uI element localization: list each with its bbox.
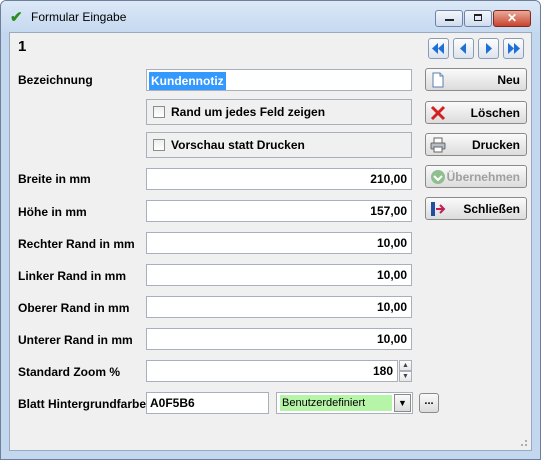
linker-rand-label: Linker Rand in mm bbox=[18, 269, 127, 283]
bezeichnung-label: Bezeichnung bbox=[18, 73, 93, 87]
delete-icon bbox=[430, 105, 446, 121]
close-button[interactable]: ✕ bbox=[493, 10, 531, 27]
vorschau-checkbox-label[interactable]: Vorschau statt Drucken bbox=[171, 138, 305, 152]
last-record-button[interactable] bbox=[503, 38, 524, 59]
hoehe-label: Höhe in mm bbox=[18, 205, 87, 219]
zoom-input[interactable]: 180 bbox=[146, 360, 398, 382]
hintergrund-color-select[interactable]: Benutzerdefiniert ▼ bbox=[276, 392, 413, 414]
linker-rand-input[interactable]: 10,00 bbox=[146, 264, 412, 286]
bezeichnung-value: Kundennotiz bbox=[149, 72, 226, 90]
close-icon: ✕ bbox=[506, 11, 518, 25]
uebernehmen-button[interactable]: Übernehmen bbox=[425, 165, 527, 188]
form-client-area: 1 Bezeichnung Kundennotiz Rand um jedes … bbox=[9, 32, 532, 451]
zoom-label: Standard Zoom % bbox=[18, 365, 121, 379]
neu-button[interactable]: Neu bbox=[425, 68, 527, 91]
rechter-rand-input[interactable]: 10,00 bbox=[146, 232, 412, 254]
rechter-rand-label: Rechter Rand in mm bbox=[18, 237, 135, 251]
oberer-rand-label: Oberer Rand in mm bbox=[18, 301, 130, 315]
schliessen-button[interactable]: Schließen bbox=[425, 197, 527, 220]
minimize-icon bbox=[445, 19, 454, 21]
oberer-rand-input[interactable]: 10,00 bbox=[146, 296, 412, 318]
resize-grip-icon[interactable] bbox=[518, 437, 528, 447]
unterer-rand-input[interactable]: 10,00 bbox=[146, 328, 412, 350]
schliessen-button-label: Schließen bbox=[463, 202, 520, 216]
uebernehmen-button-label: Übernehmen bbox=[446, 170, 520, 184]
next-record-icon bbox=[486, 43, 492, 54]
previous-record-button[interactable] bbox=[453, 38, 474, 59]
app-check-icon: ✔ bbox=[10, 9, 23, 26]
printer-icon bbox=[430, 137, 446, 153]
exit-door-icon bbox=[431, 202, 446, 216]
rand-checkbox[interactable] bbox=[153, 106, 165, 118]
apply-icon bbox=[431, 170, 445, 184]
minimize-button[interactable] bbox=[435, 10, 463, 27]
maximize-icon bbox=[474, 14, 482, 21]
title-bar[interactable]: ✔ Formular Eingabe ✕ bbox=[1, 1, 540, 32]
first-record-icon bbox=[432, 43, 444, 54]
app-window: ✔ Formular Eingabe ✕ 1 Bezeichnung Kunde… bbox=[0, 0, 541, 460]
zoom-spinner: ▲ ▼ bbox=[399, 360, 412, 382]
loeschen-button-label: Löschen bbox=[470, 106, 520, 120]
new-document-icon bbox=[432, 72, 444, 88]
last-record-icon bbox=[508, 43, 520, 54]
first-record-button[interactable] bbox=[428, 38, 449, 59]
chevron-down-icon[interactable]: ▼ bbox=[394, 394, 411, 412]
hoehe-input[interactable]: 157,00 bbox=[146, 200, 412, 222]
rand-checkbox-label[interactable]: Rand um jedes Feld zeigen bbox=[171, 105, 325, 119]
zoom-up-button[interactable]: ▲ bbox=[399, 360, 412, 371]
hintergrund-color-value: Benutzerdefiniert bbox=[280, 395, 392, 411]
rand-checkbox-group: Rand um jedes Feld zeigen bbox=[146, 99, 412, 125]
color-picker-button[interactable]: ... bbox=[419, 393, 439, 413]
record-number: 1 bbox=[18, 38, 27, 55]
previous-record-icon bbox=[460, 43, 466, 54]
zoom-down-button[interactable]: ▼ bbox=[399, 371, 412, 382]
breite-label: Breite in mm bbox=[18, 172, 91, 186]
loeschen-button[interactable]: Löschen bbox=[425, 101, 527, 124]
maximize-button[interactable] bbox=[464, 10, 492, 27]
drucken-button-label: Drucken bbox=[471, 138, 520, 152]
breite-input[interactable]: 210,00 bbox=[146, 168, 412, 190]
bezeichnung-input[interactable]: Kundennotiz bbox=[146, 69, 412, 91]
neu-button-label: Neu bbox=[497, 73, 520, 87]
next-record-button[interactable] bbox=[478, 38, 499, 59]
vorschau-checkbox[interactable] bbox=[153, 139, 165, 151]
hintergrund-label: Blatt Hintergrundfarbe bbox=[18, 397, 147, 411]
unterer-rand-label: Unterer Rand in mm bbox=[18, 333, 133, 347]
drucken-button[interactable]: Drucken bbox=[425, 133, 527, 156]
window-title: Formular Eingabe bbox=[31, 10, 127, 24]
vorschau-checkbox-group: Vorschau statt Drucken bbox=[146, 132, 412, 158]
hintergrund-hex-input[interactable]: A0F5B6 bbox=[146, 392, 269, 414]
